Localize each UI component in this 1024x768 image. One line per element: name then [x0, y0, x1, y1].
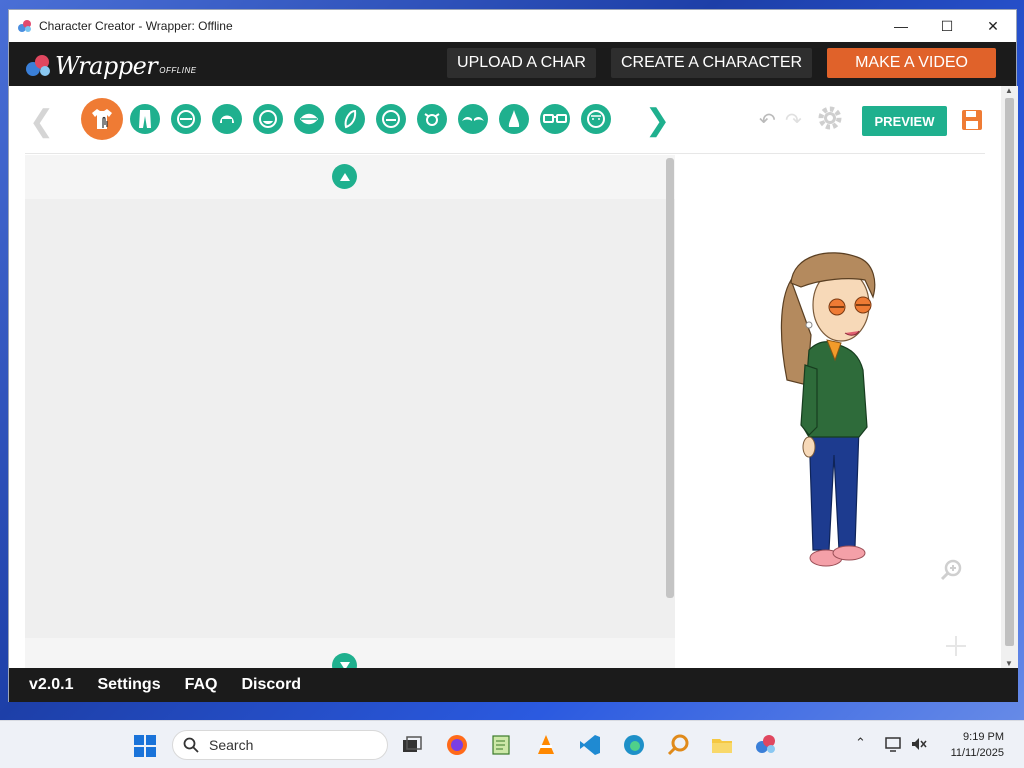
task-view-icon[interactable] — [400, 733, 424, 757]
version-label: v2.0.1 — [29, 676, 74, 693]
scrollbar-up-icon[interactable]: ▲ — [1005, 86, 1013, 95]
app-footer: v2.0.1 Settings FAQ Discord — [9, 668, 1018, 702]
app-window: Character Creator - Wrapper: Offline — ☐… — [8, 9, 1018, 702]
logo-text: Wrapper — [55, 52, 158, 80]
category-toolbar: ❮ ❯ ↶ ↷ PREVIEW — [9, 86, 1018, 150]
minimize-button[interactable]: — — [878, 10, 924, 42]
create-character-button[interactable]: CREATE A CHARACTER — [610, 48, 813, 78]
glasses-icon[interactable] — [540, 104, 570, 134]
shirt-icon[interactable] — [81, 98, 123, 140]
scroll-up-icon[interactable] — [332, 164, 357, 189]
close-button[interactable]: ✕ — [970, 10, 1016, 42]
clock-time: 9:19 PM — [963, 731, 1004, 743]
make-video-button[interactable]: MAKE A VIDEO — [827, 48, 996, 78]
pants-icon[interactable] — [130, 104, 160, 134]
face-detail-icon[interactable] — [376, 104, 406, 134]
gear-icon[interactable] — [817, 105, 843, 131]
character-preview — [679, 155, 999, 668]
undo-icon[interactable]: ↶ — [759, 108, 776, 133]
items-panel-top — [25, 155, 675, 199]
firefox-icon[interactable] — [445, 733, 469, 757]
network-icon[interactable] — [884, 735, 902, 753]
face-shape-icon[interactable] — [171, 104, 201, 134]
redo-icon[interactable]: ↷ — [785, 108, 802, 133]
clock-date: 11/11/2025 — [950, 747, 1004, 759]
save-icon[interactable] — [961, 109, 983, 131]
tray-chevron-icon[interactable]: ⌃ — [855, 735, 866, 751]
app-icon — [18, 20, 31, 32]
search-icon — [183, 737, 199, 753]
vscode-icon[interactable] — [578, 733, 602, 757]
zoom-in-icon[interactable] — [939, 558, 963, 582]
notepad-icon[interactable] — [490, 733, 514, 757]
window-title: Character Creator - Wrapper: Offline — [39, 19, 233, 33]
logo-subtext: OFFLINE — [159, 66, 197, 75]
eyebrow-icon[interactable] — [335, 104, 365, 134]
search-label: Search — [209, 737, 254, 753]
head-icon[interactable] — [253, 104, 283, 134]
items-scrollbar[interactable] — [666, 158, 674, 598]
edge-icon[interactable] — [622, 733, 646, 757]
eyebrows-icon[interactable] — [458, 104, 488, 134]
preview-button[interactable]: PREVIEW — [862, 106, 947, 136]
faq-link[interactable]: FAQ — [185, 676, 218, 694]
search-app-icon[interactable] — [666, 733, 690, 757]
app-header: Wrapper OFFLINE UPLOAD A CHAR CREATE A C… — [9, 42, 1016, 86]
wrapper-app-icon[interactable] — [754, 733, 778, 757]
discord-link[interactable]: Discord — [242, 676, 302, 694]
eyes-icon[interactable] — [417, 104, 447, 134]
header-nav: UPLOAD A CHAR CREATE A CHARACTER MAKE A … — [447, 48, 996, 78]
taskbar-search[interactable]: Search — [172, 730, 388, 760]
items-panel-bottom — [25, 638, 675, 678]
next-category-arrow-icon[interactable]: ❯ — [645, 103, 670, 138]
beard-icon[interactable] — [581, 104, 611, 134]
vlc-icon[interactable] — [534, 733, 558, 757]
window-scrollbar[interactable]: ▲ ▼ — [1001, 86, 1018, 668]
items-panel — [25, 155, 675, 678]
mouth-icon[interactable] — [294, 104, 324, 134]
scrollbar-thumb[interactable] — [1005, 98, 1014, 646]
character-figure — [780, 252, 876, 567]
logo-icon — [26, 55, 50, 76]
maximize-button[interactable]: ☐ — [924, 10, 970, 42]
file-explorer-icon[interactable] — [710, 733, 734, 757]
wrapper-logo[interactable]: Wrapper OFFLINE — [25, 49, 197, 79]
clock[interactable]: 9:19 PM 11/11/2025 — [951, 729, 1004, 761]
taskbar: Search ⌃ 9:19 PM 11/11/2025 — [0, 720, 1024, 768]
toolbar-divider — [25, 153, 985, 154]
settings-link[interactable]: Settings — [97, 676, 160, 694]
prev-category-arrow-icon[interactable]: ❮ — [29, 104, 54, 139]
title-bar: Character Creator - Wrapper: Offline — ☐… — [9, 10, 1016, 42]
volume-icon[interactable] — [910, 735, 928, 753]
upload-char-button[interactable]: UPLOAD A CHAR — [447, 48, 596, 78]
nose-icon[interactable] — [499, 104, 529, 134]
scrollbar-down-icon[interactable]: ▼ — [1005, 659, 1013, 668]
windows-start-icon[interactable] — [134, 735, 156, 757]
hair-icon[interactable] — [212, 104, 242, 134]
move-icon[interactable] — [945, 635, 967, 657]
